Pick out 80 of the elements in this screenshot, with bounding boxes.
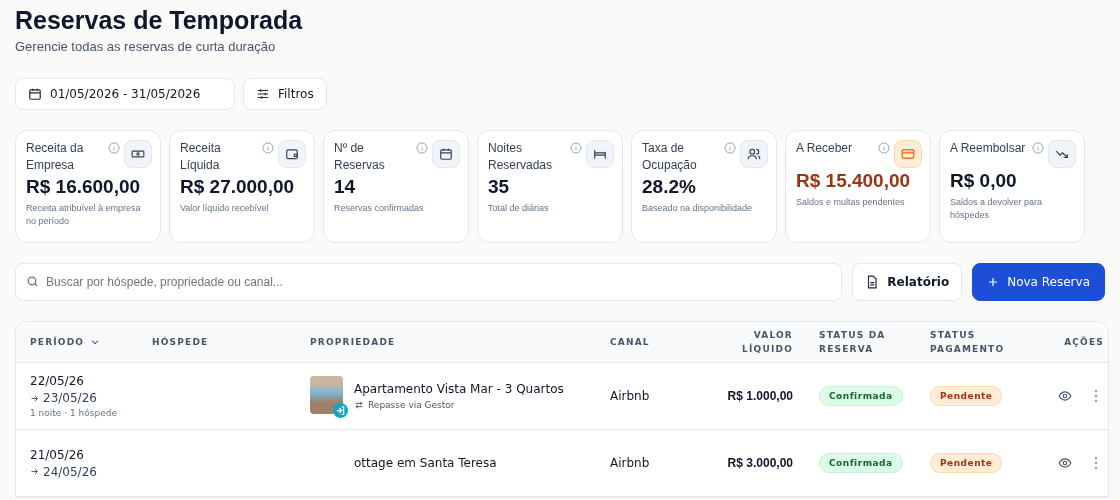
users-icon	[747, 147, 761, 161]
start-date: 21/05/26	[30, 447, 85, 462]
column-header: AÇÕES	[1064, 335, 1104, 349]
calendar-icon	[439, 147, 453, 161]
stat-label: A Reembolsar	[950, 140, 1027, 157]
sliders-icon	[256, 87, 270, 101]
arrow-right-icon	[30, 393, 39, 403]
filters-button[interactable]: Filtros	[243, 78, 327, 110]
info-icon[interactable]	[878, 142, 890, 154]
column-header: VALOR LÍQUIDO	[741, 329, 793, 356]
stat-value: 35	[488, 176, 511, 198]
report-button[interactable]: Relatório	[852, 263, 963, 301]
photo-placeholder	[310, 376, 343, 414]
stat-note: Total de diárias	[488, 202, 550, 215]
stat-value: R$ 27.000,00	[180, 176, 296, 198]
chevron-down-icon	[90, 337, 101, 347]
check-in-badge-icon	[333, 403, 348, 418]
column-header: HÓSPEDE	[152, 335, 209, 349]
wallet-icon	[285, 147, 299, 161]
column-header: STATUS PAGAMENTO	[930, 329, 1006, 356]
page-subtitle: Gerencie todas as reservas de curta duração	[15, 39, 277, 54]
stat-note: Saldos a devolver para hóspedes	[950, 196, 1044, 222]
info-icon[interactable]	[1032, 142, 1044, 154]
column-header: PROPRIEDADE	[310, 336, 396, 349]
payout-method: Repasse via Gestor	[368, 400, 455, 410]
column-header: STATUS DA RESERVA	[819, 329, 887, 356]
stat-note: Valor líquido recebível	[180, 202, 270, 215]
net-value: R$ 3.000,00	[727, 456, 793, 470]
calendar-icon	[28, 87, 42, 101]
stat-label: Noites Reservadas	[488, 140, 554, 174]
stat-note: Reservas confirmadas	[334, 202, 425, 215]
more-options-icon[interactable]	[1094, 389, 1098, 403]
info-icon[interactable]	[262, 142, 274, 154]
stat-value: R$ 15.400,00	[796, 170, 912, 192]
credit-card-icon	[901, 147, 915, 161]
info-icon[interactable]	[108, 142, 120, 154]
channel-name: Airbnb	[610, 389, 650, 403]
stat-note: Receita atribuível à empresa no período	[26, 202, 142, 228]
sortable-column-header[interactable]: PERÍODO	[30, 335, 101, 349]
more-options-icon[interactable]	[1094, 456, 1098, 470]
stat-label: Nº de Reservas	[334, 140, 386, 174]
plus-icon	[987, 276, 1000, 288]
new-reservation-button[interactable]: Nova Reserva	[972, 263, 1105, 301]
stat-value: 14	[334, 176, 357, 198]
end-date: 24/05/26	[43, 464, 97, 479]
stat-label: Receita Líquida	[180, 140, 222, 174]
search-icon	[26, 275, 39, 288]
stat-value: 28.2%	[642, 176, 697, 198]
stat-label: Receita da Empresa	[26, 140, 85, 174]
view-eye-icon[interactable]	[1058, 456, 1072, 470]
stat-label: A Receber	[796, 140, 854, 157]
channel-name: Airbnb	[610, 456, 650, 470]
stay-details: 1 noite · 1 hóspede	[30, 408, 118, 418]
reservation-status-badge: Confirmada	[819, 453, 903, 473]
end-date: 23/05/26	[43, 391, 97, 405]
stat-label: Taxa de Ocupação	[642, 140, 698, 174]
net-value: R$ 1.000,00	[727, 389, 793, 403]
banknote-icon	[131, 147, 145, 161]
swap-arrows-icon	[354, 400, 364, 410]
stat-note: Saldos e multas pendentes	[796, 196, 906, 209]
view-eye-icon[interactable]	[1058, 389, 1072, 403]
info-icon[interactable]	[570, 142, 582, 154]
document-icon	[865, 275, 880, 289]
stat-value: R$ 16.600,00	[26, 176, 142, 198]
payment-status-badge: Pendente	[930, 453, 1003, 473]
search-field[interactable]: Buscar por hóspede, propriedade ou canal...	[15, 263, 843, 301]
page-title: Reservas de Temporada	[15, 6, 304, 35]
column-header: CANAL	[610, 336, 650, 349]
property-name: ottage em Santa Teresa	[354, 456, 497, 470]
reservation-status-badge: Confirmada	[819, 386, 903, 406]
bed-icon	[593, 147, 607, 161]
stat-note: Baseado na disponibilidade	[642, 202, 754, 215]
info-icon[interactable]	[724, 142, 736, 154]
payment-status-badge: Pendente	[930, 386, 1003, 406]
arrow-right-icon	[30, 467, 39, 476]
info-icon[interactable]	[416, 142, 428, 154]
stat-value: R$ 0,00	[950, 170, 1018, 192]
property-name: Apartamento Vista Mar - 3 Quartos	[354, 382, 564, 396]
date-range-picker[interactable]: 01/05/2026 - 31/05/2026	[15, 78, 235, 110]
start-date: 22/05/26	[30, 374, 85, 388]
